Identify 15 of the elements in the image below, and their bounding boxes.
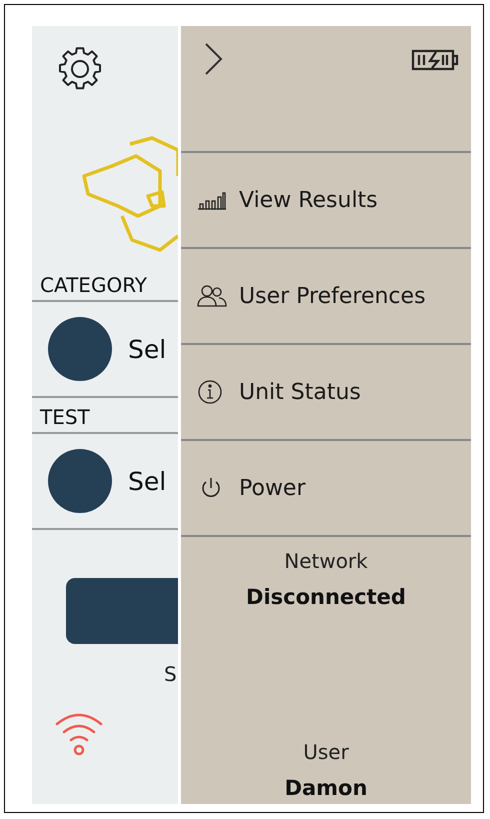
chevron-right-icon[interactable] bbox=[203, 42, 223, 76]
network-label: Network bbox=[284, 549, 368, 573]
user-name: Damon bbox=[284, 776, 368, 800]
mode-text: S bbox=[164, 662, 178, 686]
select-text[interactable]: Sel bbox=[128, 334, 166, 364]
select-text[interactable]: Sel bbox=[128, 466, 166, 496]
network-status: Disconnected bbox=[246, 585, 406, 609]
battery-charging-icon bbox=[411, 49, 459, 71]
menu-item[interactable]: Unit Status bbox=[181, 345, 471, 441]
menu-item[interactable]: Power bbox=[181, 441, 471, 537]
users-icon bbox=[197, 284, 227, 308]
menu-item[interactable]: View Results bbox=[181, 153, 471, 249]
user-label: User bbox=[303, 740, 349, 764]
menu-item[interactable]: User Preferences bbox=[181, 249, 471, 345]
bar-chart-icon bbox=[197, 190, 227, 210]
